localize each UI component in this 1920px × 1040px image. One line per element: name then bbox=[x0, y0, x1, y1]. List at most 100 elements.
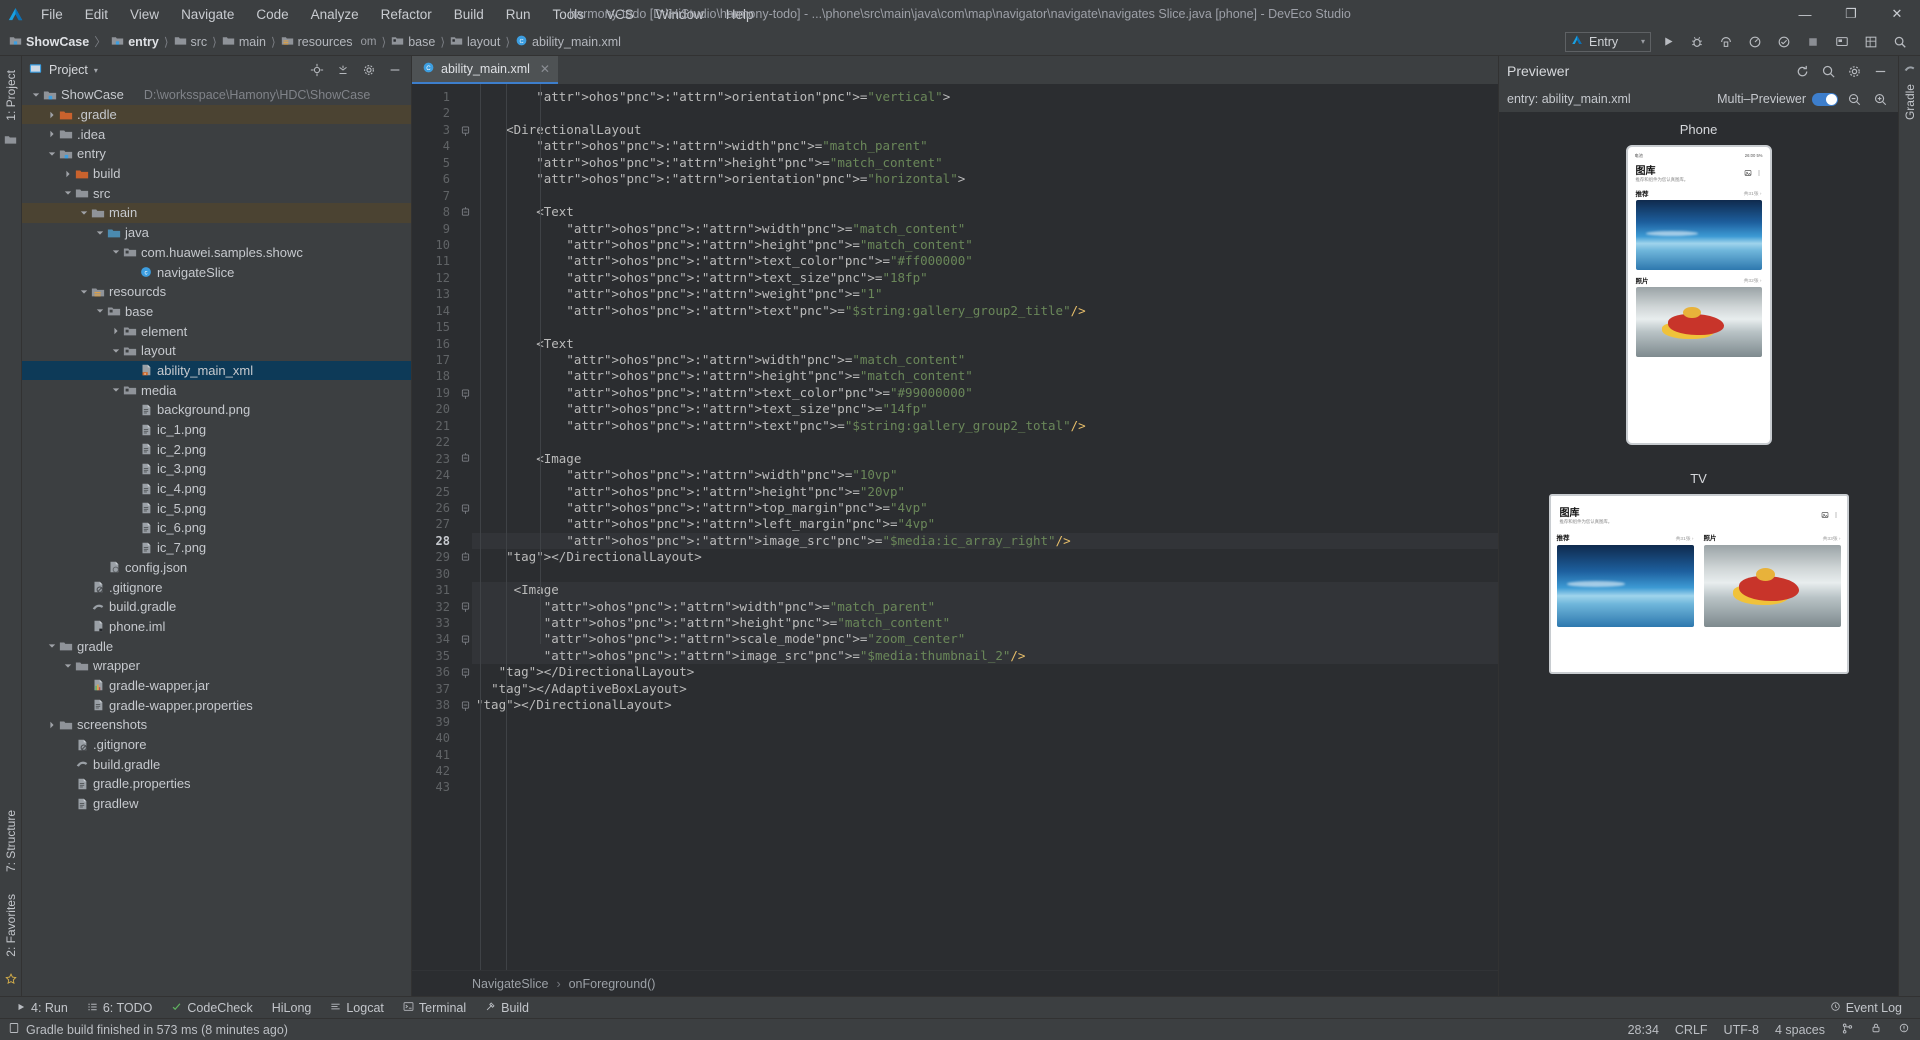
bottom-breadcrumb-method[interactable]: onForeground() bbox=[569, 977, 656, 991]
close-icon[interactable]: ✕ bbox=[540, 62, 550, 76]
tree-expand-arrow[interactable] bbox=[62, 170, 73, 178]
code-line[interactable]: "tag"></DirectionalLayout> bbox=[472, 664, 1498, 680]
code-line[interactable]: "attr">ohos"pnc">:"attrn">height"pnc">="… bbox=[472, 237, 1498, 253]
code-line[interactable]: "tag"></AdaptiveBoxLayout> bbox=[472, 681, 1498, 697]
tree-item-ic-3-png[interactable]: ic_3.png bbox=[22, 459, 411, 479]
tree-item-ic-6-png[interactable]: ic_6.png bbox=[22, 518, 411, 538]
line-separator[interactable]: CRLF bbox=[1675, 1023, 1708, 1037]
menu-window[interactable]: Window bbox=[645, 4, 715, 25]
hide-icon[interactable] bbox=[385, 60, 405, 80]
caret-position[interactable]: 28:34 bbox=[1628, 1023, 1659, 1037]
menu-vcs[interactable]: VCS bbox=[595, 4, 645, 25]
code-line[interactable]: "attr">ohos"pnc">:"attrn">left_margin"pn… bbox=[472, 516, 1498, 532]
menu-tools[interactable]: Tools bbox=[542, 4, 596, 25]
tree-expand-arrow[interactable] bbox=[94, 229, 105, 237]
image-icon[interactable] bbox=[1821, 507, 1829, 522]
code-line[interactable]: "attr">ohos"pnc">:"attrn">width"pnc">="m… bbox=[472, 138, 1498, 154]
code-line[interactable]: "attr">ohos"pnc">:"attrn">height"pnc">="… bbox=[472, 484, 1498, 500]
device-manager-button[interactable] bbox=[1830, 31, 1854, 53]
code-line[interactable]: "attr">ohos"pnc">:"attrn">text_color"pnc… bbox=[472, 253, 1498, 269]
tree-item-ic-7-png[interactable]: ic_7.png bbox=[22, 538, 411, 558]
tree-expand-arrow[interactable] bbox=[46, 721, 57, 729]
menu-navigate[interactable]: Navigate bbox=[170, 4, 245, 25]
code-line[interactable]: "attr">ohos"pnc">:"attrn">orientation"pn… bbox=[472, 171, 1498, 187]
menu-edit[interactable]: Edit bbox=[74, 4, 119, 25]
menu-bar[interactable]: File Edit View Navigate Code Analyze Ref… bbox=[30, 4, 765, 25]
tree-item-screenshots[interactable]: screenshots bbox=[22, 715, 411, 735]
close-button[interactable]: ✕ bbox=[1874, 0, 1920, 28]
code-line[interactable] bbox=[472, 714, 1498, 730]
locate-icon[interactable] bbox=[307, 60, 327, 80]
code-line[interactable] bbox=[472, 319, 1498, 335]
zoom-out-icon[interactable] bbox=[1844, 89, 1864, 109]
tree-item-entry[interactable]: entry bbox=[22, 144, 411, 164]
tree-item-build[interactable]: build bbox=[22, 164, 411, 184]
code-line[interactable]: "attr">ohos"pnc">:"attrn">width"pnc">="m… bbox=[472, 352, 1498, 368]
multi-previewer-toggle[interactable] bbox=[1812, 92, 1838, 106]
tree-expand-arrow[interactable] bbox=[46, 150, 57, 158]
tree-item-ability-main-xml[interactable]: x ability_main_xml bbox=[22, 360, 411, 381]
tree-item-resourcds[interactable]: resourcds bbox=[22, 282, 411, 302]
code-line[interactable]: "attr">ohos"pnc">:"attrn">height"pnc">="… bbox=[472, 368, 1498, 384]
tree-expand-arrow[interactable] bbox=[46, 642, 57, 650]
tree-expand-arrow[interactable] bbox=[46, 130, 57, 138]
minimize-button[interactable]: — bbox=[1782, 0, 1828, 28]
fold-minus-icon[interactable] bbox=[458, 122, 472, 138]
window-controls[interactable]: — ❐ ✕ bbox=[1782, 0, 1920, 28]
fold-minus-icon[interactable] bbox=[458, 385, 472, 401]
code-line[interactable]: "attr">ohos"pnc">:"attrn">image_src"pnc"… bbox=[472, 532, 1498, 550]
fold-minus-icon[interactable] bbox=[458, 631, 472, 647]
bottom-breadcrumb-class[interactable]: NavigateSlice bbox=[472, 977, 548, 991]
code-line[interactable]: "attr">ohos"pnc">:"attrn">scale_mode"pnc… bbox=[472, 631, 1498, 648]
layout-inspector-button[interactable] bbox=[1859, 31, 1883, 53]
code-line[interactable]: "attr">ohos"pnc">:"attrn">top_margin"pnc… bbox=[472, 500, 1498, 516]
fold-minus-icon[interactable] bbox=[458, 500, 472, 516]
tree-item-build-gradle[interactable]: build.gradle bbox=[22, 597, 411, 617]
fold-minus-icon[interactable] bbox=[458, 664, 472, 680]
settings-gear-icon[interactable] bbox=[359, 60, 379, 80]
tree-item-layout[interactable]: layout bbox=[22, 341, 411, 361]
file-encoding[interactable]: UTF-8 bbox=[1724, 1023, 1759, 1037]
tree-item-gitignore[interactable]: .gitignore bbox=[22, 577, 411, 597]
tree-item-background-png[interactable]: background.png bbox=[22, 400, 411, 420]
menu-file[interactable]: File bbox=[30, 4, 74, 25]
sidebar-tab-structure[interactable]: 7: Structure bbox=[4, 804, 18, 878]
code-line[interactable]: "attr">ohos"pnc">:"attrn">text_color"pnc… bbox=[472, 385, 1498, 401]
breadcrumb-showcase[interactable]: ShowCase bbox=[6, 33, 92, 51]
toolwindow-hilong[interactable]: HiLong bbox=[264, 999, 320, 1017]
tree-expand-arrow[interactable] bbox=[46, 111, 57, 119]
maximize-button[interactable]: ❐ bbox=[1828, 0, 1874, 28]
menu-run[interactable]: Run bbox=[495, 4, 542, 25]
tree-item-com-huawei-samples-showc[interactable]: com.huawei.samples.showc bbox=[22, 243, 411, 263]
chevron-down-icon[interactable]: ▾ bbox=[94, 66, 98, 75]
code-line[interactable]: <DirectionalLayout bbox=[472, 122, 1498, 138]
zoom-in-icon[interactable] bbox=[1870, 89, 1890, 109]
tree-expand-arrow[interactable] bbox=[110, 327, 121, 335]
tree-expand-arrow[interactable] bbox=[62, 189, 73, 197]
tree-item-gitignore[interactable]: .gitignore bbox=[22, 735, 411, 755]
tree-item-ic-4-png[interactable]: ic_4.png bbox=[22, 479, 411, 499]
tree-item-ic-2-png[interactable]: ic_2.png bbox=[22, 439, 411, 459]
code-line[interactable]: "attr">ohos"pnc">:"attrn">weight"pnc">="… bbox=[472, 286, 1498, 302]
breadcrumb-base[interactable]: base bbox=[388, 33, 438, 51]
tree-expand-arrow[interactable] bbox=[30, 91, 41, 99]
code-text-area[interactable]: "attr">ohos"pnc">:"attrn">orientation"pn… bbox=[472, 84, 1498, 970]
code-folding-column[interactable] bbox=[458, 84, 472, 970]
inspection-icon[interactable] bbox=[1898, 1022, 1910, 1037]
toolwindow-todo[interactable]: 6: TODO bbox=[79, 999, 161, 1017]
tree-expand-arrow[interactable] bbox=[110, 386, 121, 394]
sidebar-tab-project[interactable]: 1: Project bbox=[4, 64, 18, 127]
fold-minus-icon[interactable] bbox=[458, 697, 472, 713]
code-line[interactable]: "attr">ohos"pnc">:"attrn">text"pnc">="$s… bbox=[472, 418, 1498, 434]
editor-bottom-breadcrumb[interactable]: NavigateSlice › onForeground() bbox=[412, 970, 1498, 996]
tree-item-gradlew[interactable]: gradlew bbox=[22, 794, 411, 814]
tree-item-src[interactable]: src bbox=[22, 183, 411, 203]
tree-expand-arrow[interactable] bbox=[62, 662, 73, 670]
tree-expand-arrow[interactable] bbox=[110, 347, 121, 355]
lock-icon[interactable] bbox=[1870, 1022, 1882, 1037]
tree-expand-arrow[interactable] bbox=[78, 288, 89, 296]
tree-item-media[interactable]: media bbox=[22, 380, 411, 400]
toolwindow-event-log[interactable]: Event Log bbox=[1822, 999, 1910, 1017]
breadcrumb-entry[interactable]: entry bbox=[108, 33, 162, 51]
tree-item-navigateslice[interactable]: c navigateSlice bbox=[22, 262, 411, 282]
